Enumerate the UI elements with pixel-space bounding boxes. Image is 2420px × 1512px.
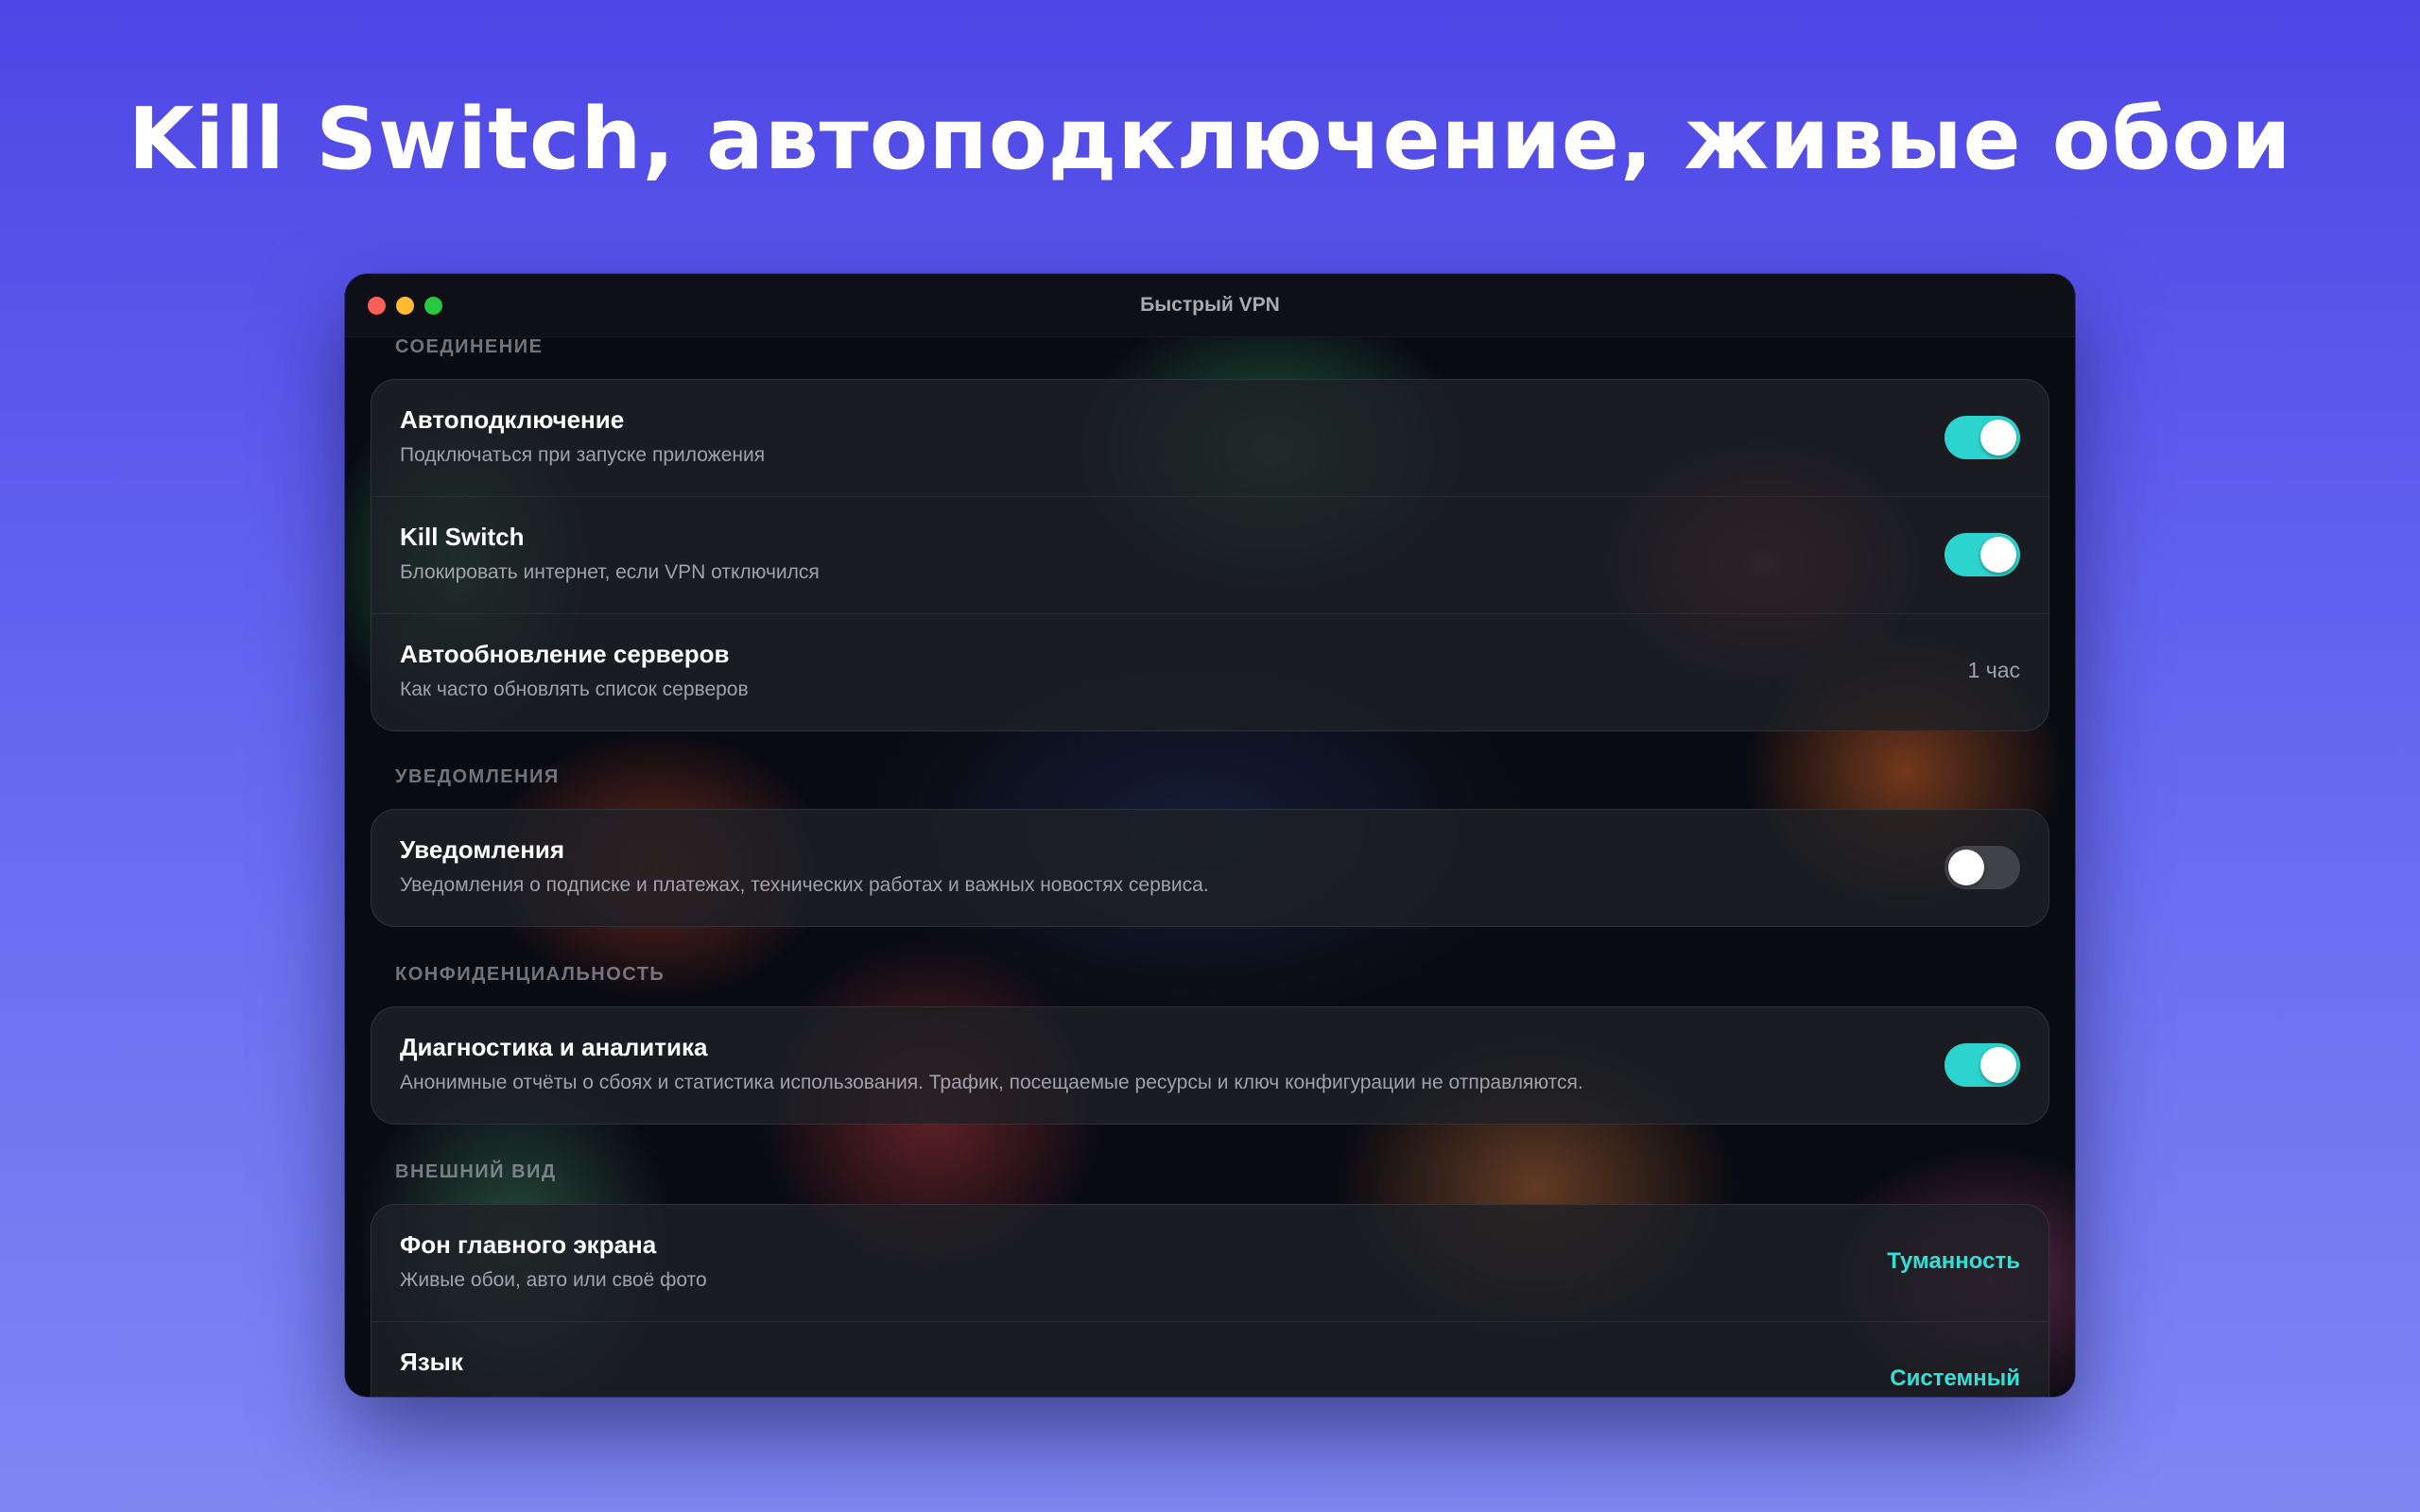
setting-subtitle: Живые обои, авто или своё фото [400, 1269, 707, 1291]
title-bar: Быстрый VPN [345, 274, 2075, 337]
setting-title: Фон главного экрана [400, 1230, 657, 1259]
toggle-knob [1980, 1047, 2016, 1083]
setting-row-diagnostics[interactable]: Диагностика и аналитика Анонимные отчёты… [372, 1007, 2048, 1124]
settings-card-connection: Автоподключение Подключаться при запуске… [371, 379, 2049, 731]
setting-title: Автообновление серверов [400, 640, 730, 668]
toggle-knob [1980, 420, 2016, 455]
promo-headline: Kill Switch, автоподключение, живые обои [128, 90, 2292, 189]
setting-row-language[interactable]: Язык Системный [372, 1321, 2048, 1397]
setting-title: Диагностика и аналитика [400, 1033, 708, 1061]
section-label-appearance: ВНЕШНИЙ ВИД [395, 1161, 557, 1182]
section-label-privacy: КОНФИДЕНЦИАЛЬНОСТЬ [395, 964, 666, 985]
setting-title: Kill Switch [400, 523, 525, 551]
window-close-button[interactable] [368, 297, 386, 315]
setting-row-background[interactable]: Фон главного экрана Живые обои, авто или… [372, 1205, 2048, 1321]
settings-content[interactable]: СОЕДИНЕНИЕ Автоподключение Подключаться … [345, 336, 2075, 1397]
diagnostics-toggle[interactable] [1945, 1043, 2020, 1087]
settings-card-notifications: Уведомления Уведомления о подписке и пла… [371, 809, 2049, 927]
setting-subtitle: Блокировать интернет, если VPN отключилс… [400, 561, 820, 583]
setting-row-autoconnect[interactable]: Автоподключение Подключаться при запуске… [372, 380, 2048, 496]
settings-card-appearance: Фон главного экрана Живые обои, авто или… [371, 1204, 2049, 1397]
window-maximize-button[interactable] [424, 297, 442, 315]
background-value[interactable]: Туманность [1887, 1248, 2020, 1275]
setting-subtitle: Анонимные отчёты о сбоях и статистика ис… [400, 1072, 1583, 1093]
setting-row-kill-switch[interactable]: Kill Switch Блокировать интернет, если V… [372, 496, 2048, 613]
section-label-notifications: УВЕДОМЛЕНИЯ [395, 766, 560, 787]
toggle-knob [1948, 850, 1984, 885]
kill-switch-toggle[interactable] [1945, 533, 2020, 576]
notifications-toggle[interactable] [1945, 846, 2020, 889]
language-value[interactable]: Системный [1890, 1366, 2020, 1392]
window-title: Быстрый VPN [1140, 294, 1280, 316]
section-label-connection: СОЕДИНЕНИЕ [395, 336, 544, 357]
server-update-interval-value[interactable]: 1 час [1968, 658, 2020, 683]
settings-card-privacy: Диагностика и аналитика Анонимные отчёты… [371, 1006, 2049, 1125]
setting-row-notifications[interactable]: Уведомления Уведомления о подписке и пла… [372, 810, 2048, 926]
setting-subtitle: Как часто обновлять список серверов [400, 679, 749, 700]
setting-title: Язык [400, 1348, 463, 1376]
setting-row-server-update[interactable]: Автообновление серверов Как часто обновл… [372, 613, 2048, 730]
app-window: Быстрый VPN СОЕДИНЕНИЕ Автоподключение П… [345, 274, 2075, 1397]
setting-title: Автоподключение [400, 405, 625, 434]
toggle-knob [1980, 537, 2016, 573]
window-minimize-button[interactable] [396, 297, 414, 315]
setting-title: Уведомления [400, 835, 565, 864]
setting-subtitle: Уведомления о подписке и платежах, техни… [400, 874, 1209, 896]
autoconnect-toggle[interactable] [1945, 416, 2020, 459]
setting-subtitle: Подключаться при запуске приложения [400, 444, 766, 466]
